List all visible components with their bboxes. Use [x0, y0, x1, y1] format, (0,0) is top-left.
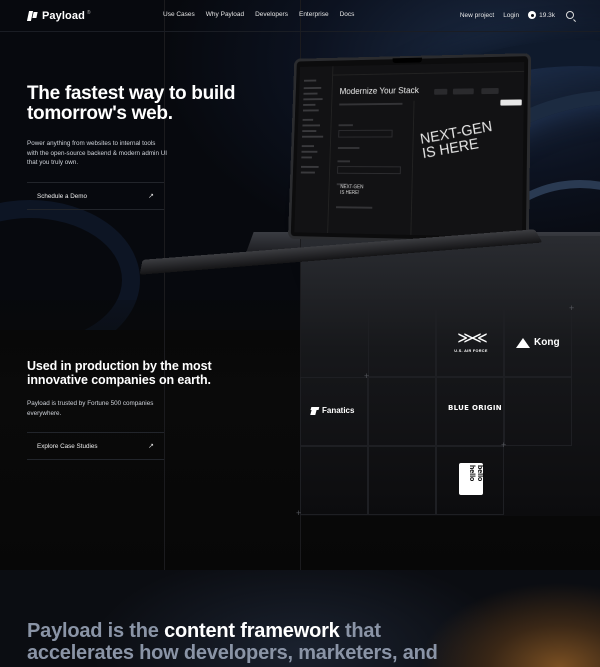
arrow-up-right-icon: ↗: [148, 443, 154, 450]
laptop-mockup: Modernize Your Stack NEXT-GEN IS HERE! N…: [287, 53, 532, 245]
toolbar-pill: [481, 87, 499, 95]
nav-link-enterprise[interactable]: Enterprise: [299, 11, 329, 18]
arrow-up-right-icon: ↗: [148, 193, 154, 200]
field-headline: NEXT-GEN IS HERE!: [340, 184, 364, 196]
plus-marker: +: [569, 303, 575, 313]
top-navigation: Payload ® Use Cases Why Payload Develope…: [0, 0, 600, 32]
fanatics-logo: Fanatics: [311, 406, 354, 415]
kong-gorilla-icon: [515, 336, 531, 348]
nav-link-docs[interactable]: Docs: [340, 11, 355, 18]
nav-links: Use Cases Why Payload Developers Enterpr…: [163, 11, 354, 18]
hero-title: The fastest way to build tomorrow's web.: [27, 83, 236, 124]
air-force-wings-icon: ≫≪: [457, 330, 488, 347]
framework-section: Payload is the content framework that ac…: [0, 570, 600, 667]
logo-cell: [300, 446, 368, 515]
admin-field: [337, 166, 401, 175]
admin-field: [338, 129, 393, 138]
brand-name: Payload: [42, 10, 85, 22]
plus-marker: +: [296, 508, 302, 518]
toolbar-pill: [452, 88, 474, 95]
nav-actions: New project Login 19.3k: [460, 11, 574, 19]
login-link[interactable]: Login: [503, 12, 519, 19]
logo-cell: [504, 377, 572, 446]
hello-bello-logo: hello bello: [459, 463, 483, 495]
nav-link-developers[interactable]: Developers: [255, 11, 288, 18]
customers-title: Used in production by the most innovativ…: [27, 359, 212, 387]
admin-sidebar: [294, 66, 334, 234]
logo-cell: [368, 377, 436, 446]
admin-topbar: [333, 62, 525, 76]
customers-subtitle: Payload is trusted by Fortune 500 compan…: [27, 400, 154, 417]
payload-logo-icon: [28, 11, 37, 21]
toolbar-pill: [434, 88, 448, 95]
explore-case-studies-button[interactable]: Explore Case Studies ↗: [27, 432, 164, 460]
github-link[interactable]: 19.3k: [528, 11, 555, 19]
search-icon[interactable]: [566, 11, 574, 19]
github-stars: 19.3k: [539, 11, 555, 19]
camera-notch: [392, 57, 422, 64]
nav-link-use-cases[interactable]: Use Cases: [163, 11, 195, 18]
schedule-demo-button[interactable]: Schedule a Demo ↗: [27, 182, 164, 210]
preview-headline: NEXT-GEN IS HERE: [419, 118, 494, 163]
new-project-link[interactable]: New project: [460, 12, 494, 19]
framework-headline: Payload is the content framework that ac…: [27, 620, 438, 664]
plus-marker: +: [501, 440, 507, 450]
document-title: Modernize Your Stack: [339, 85, 420, 97]
admin-ui-screen: Modernize Your Stack NEXT-GEN IS HERE! N…: [294, 62, 525, 238]
schedule-demo-label: Schedule a Demo: [37, 193, 88, 200]
fanatics-mark-icon: [311, 407, 319, 415]
nav-link-why-payload[interactable]: Why Payload: [206, 11, 244, 18]
registered-mark: ®: [86, 10, 91, 16]
air-force-logo: ≫≪ U.S. AIR FORCE: [450, 330, 492, 353]
logo-cell: [368, 446, 436, 515]
explore-case-studies-label: Explore Case Studies: [37, 443, 98, 450]
live-preview-pane: NEXT-GEN IS HERE: [410, 99, 525, 238]
github-icon: [528, 11, 537, 19]
kong-logo: Kong: [515, 336, 560, 348]
hero-subtitle: Power anything from websites to internal…: [27, 140, 168, 166]
plus-marker: +: [364, 371, 370, 381]
blue-origin-logo: BLUE ORIGIN: [448, 404, 502, 412]
logo-cell: [368, 308, 436, 377]
brand-logo[interactable]: Payload ®: [28, 10, 91, 22]
